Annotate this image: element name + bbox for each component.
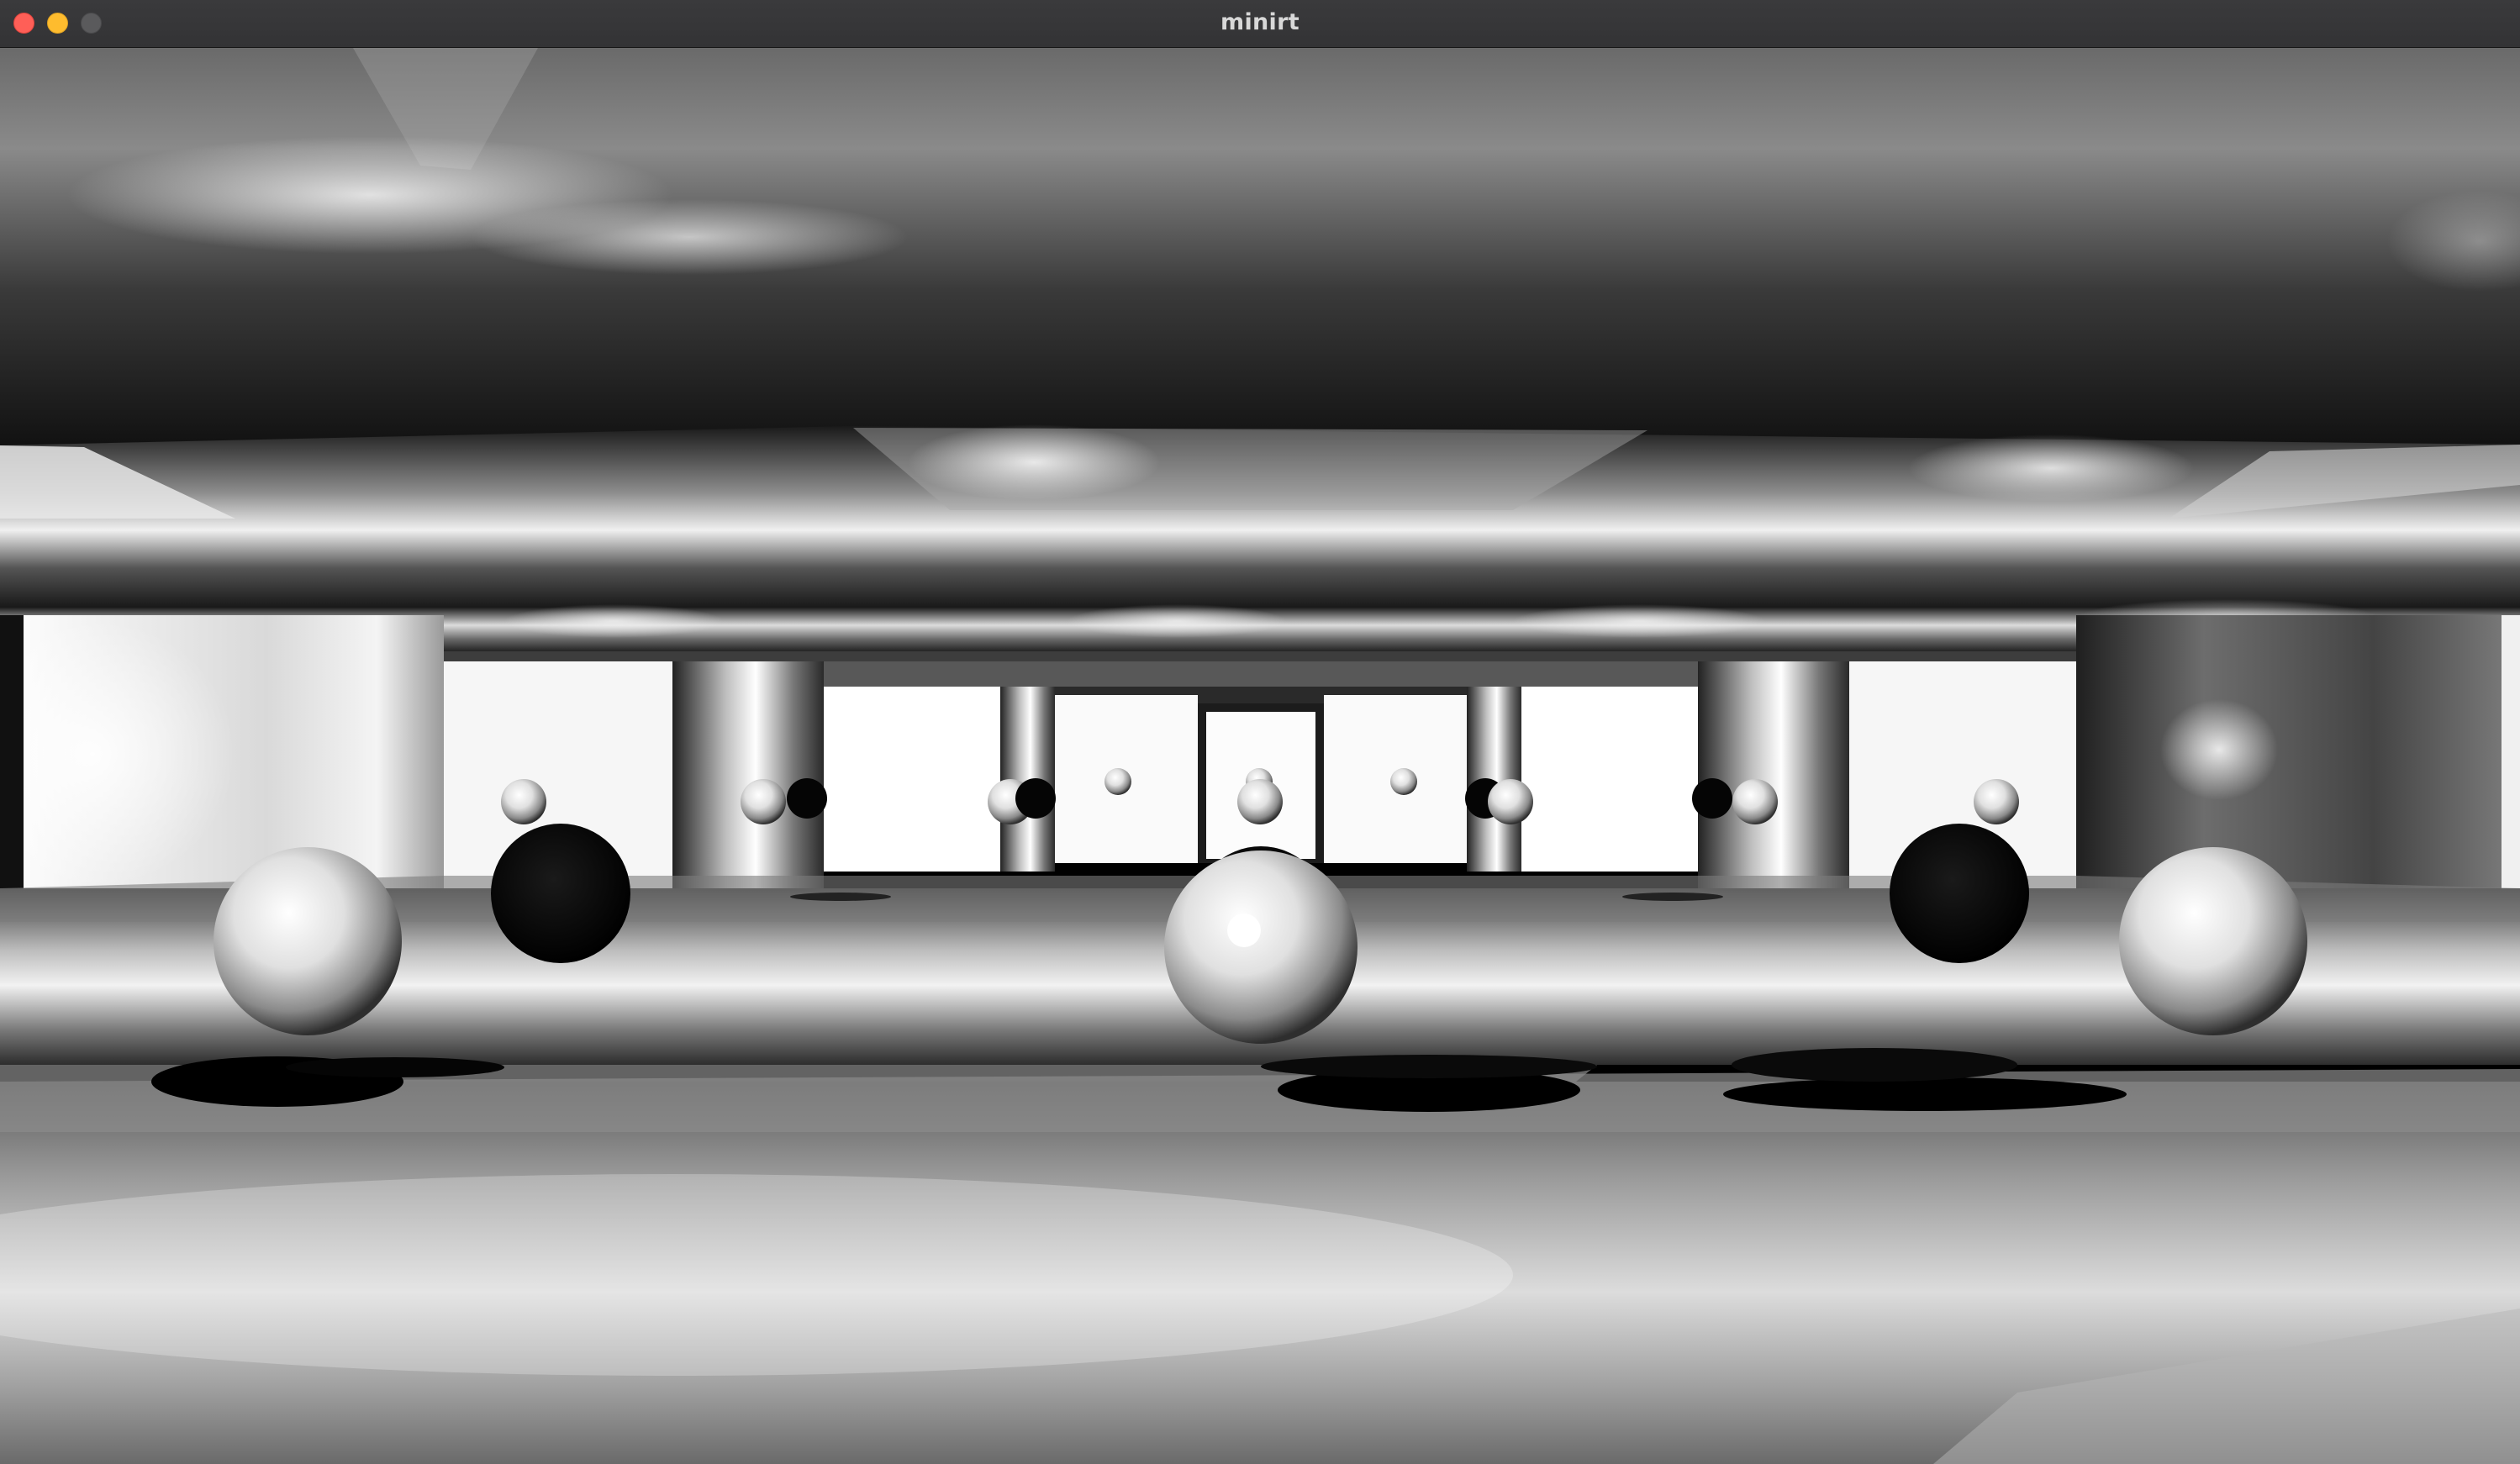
pillar-right-1 — [1698, 661, 1849, 897]
white-sphere — [214, 847, 402, 1035]
sphere — [1488, 779, 1533, 824]
window-title: minirt — [1220, 9, 1300, 35]
title-bar[interactable]: minirt — [0, 0, 2520, 48]
pillar-left-1 — [672, 661, 824, 897]
white-sphere — [2119, 847, 2307, 1035]
sphere — [1237, 779, 1283, 824]
rendered-scene — [0, 48, 2520, 1464]
sphere — [1390, 768, 1417, 795]
sphere — [787, 778, 827, 819]
sphere — [1732, 779, 1778, 824]
sphere — [1015, 778, 1056, 819]
sphere — [741, 779, 786, 824]
white-sphere — [1164, 850, 1358, 1044]
sphere — [1692, 778, 1732, 819]
sphere — [501, 779, 546, 824]
black-sphere — [491, 824, 630, 963]
render-canvas[interactable] — [0, 48, 2520, 1464]
sphere — [1104, 768, 1131, 795]
black-sphere — [1890, 824, 2029, 963]
sphere — [1974, 779, 2019, 824]
app-window: minirt — [0, 0, 2520, 1464]
